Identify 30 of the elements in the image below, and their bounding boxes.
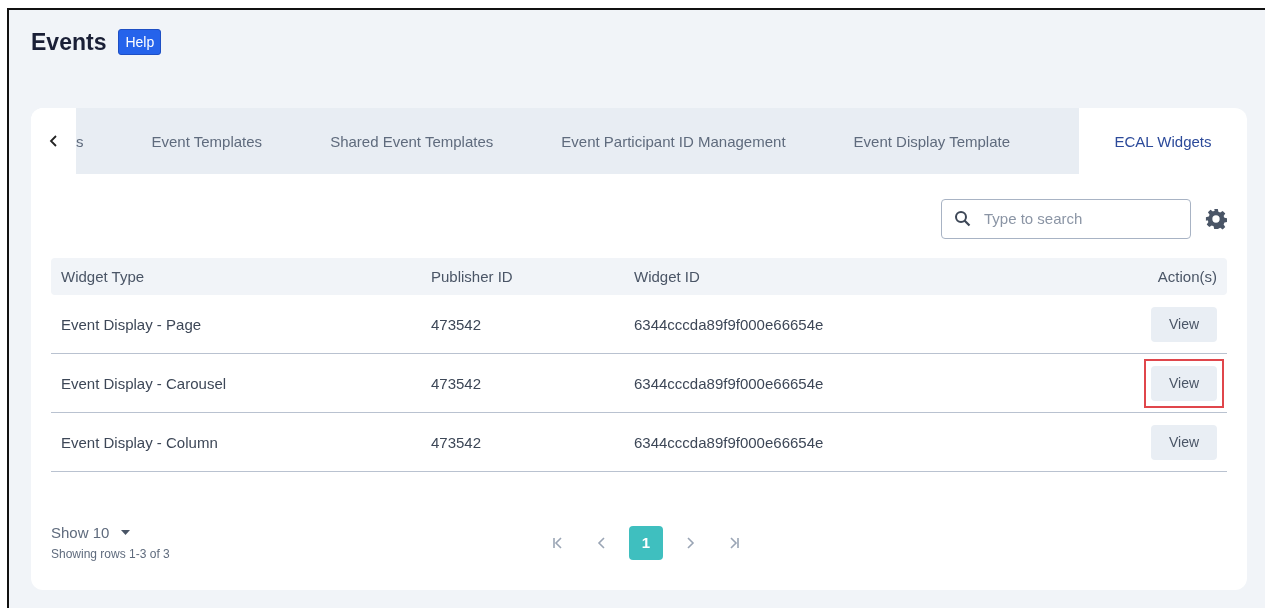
table-cell-text: Event Display - Column <box>61 433 219 451</box>
view-button[interactable]: View <box>1151 365 1217 401</box>
column-header: Widget Type <box>61 268 146 285</box>
tab[interactable]: Event Templates <box>117 108 297 174</box>
chevron-left-icon <box>48 135 59 147</box>
table-cell-text: 473542 <box>431 433 483 451</box>
caret-icon <box>121 530 131 535</box>
column-header: Action(s) <box>1156 268 1217 285</box>
table-cell-text: 6344cccda89f9f000e66654e <box>634 315 825 333</box>
column-header: Widget ID <box>634 268 701 285</box>
table-cell-text: 6344cccda89f9f000e66654e <box>634 374 825 392</box>
page-title: Events <box>31 28 107 56</box>
help-button[interactable]: Help <box>118 29 162 55</box>
table-cell-text: Event Display - Page <box>61 315 203 333</box>
column-header: Publisher ID <box>431 268 514 285</box>
page-size-dropdown[interactable]: Show 10 <box>51 524 131 541</box>
table-cell-text: 473542 <box>431 315 483 333</box>
tab[interactable]: Event Participant ID Management <box>527 108 820 174</box>
settings-icon[interactable] <box>1205 207 1227 230</box>
tab[interactable]: Event Display Template <box>819 108 1045 174</box>
tab[interactable]: s <box>76 108 118 174</box>
tab[interactable]: Shared Event Templates <box>296 108 528 174</box>
rows-summary: Showing rows 1-3 of 3 <box>51 547 171 561</box>
table-cell-text: 6344cccda89f9f000e66654e <box>634 433 825 451</box>
view-button[interactable]: View <box>1151 424 1217 460</box>
table-cell-text: 473542 <box>431 374 483 392</box>
tab[interactable]: ECAL Widgets <box>1079 108 1247 174</box>
search-field[interactable]: Type to search <box>941 198 1191 239</box>
view-button[interactable]: View <box>1151 306 1217 342</box>
table-cell-text: Event Display - Carousel <box>61 374 228 392</box>
